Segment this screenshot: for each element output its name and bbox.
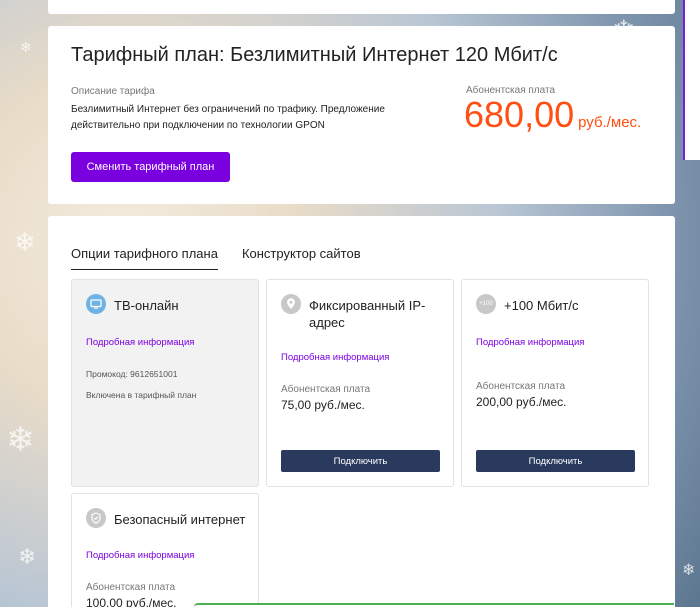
tabs: Опции тарифного плана Конструктор сайтов	[71, 246, 361, 270]
tariff-title: Тарифный план: Безлимитный Интернет 120 …	[71, 44, 558, 66]
details-link[interactable]: Подробная информация	[86, 337, 194, 348]
tv-icon	[86, 294, 106, 314]
details-link[interactable]: Подробная информация	[281, 352, 389, 363]
options-card: Опции тарифного плана Конструктор сайтов…	[48, 216, 675, 607]
connect-button[interactable]: Подключить	[476, 450, 635, 472]
promo-code: Промокод: 9612651001	[86, 369, 178, 379]
change-tariff-button[interactable]: Сменить тарифный план	[71, 152, 230, 182]
tab-tariff-options[interactable]: Опции тарифного плана	[71, 246, 218, 270]
details-link[interactable]: Подробная информация	[86, 550, 194, 561]
fee-label: Абонентская плата	[476, 381, 566, 392]
tab-site-builder[interactable]: Конструктор сайтов	[242, 246, 361, 270]
option-title: ТВ-онлайн	[114, 298, 179, 313]
connect-button[interactable]: Подключить	[281, 450, 440, 472]
location-pin-icon	[281, 294, 301, 314]
fee-value: 200,00 руб./мес.	[476, 395, 567, 409]
shield-icon	[86, 508, 106, 528]
fee-value: 75,00 руб./мес.	[281, 398, 365, 412]
side-panel-edge	[683, 0, 700, 160]
fee-unit: руб./мес.	[578, 114, 642, 131]
option-safe-internet: Безопасный интернет Подробная информация…	[71, 493, 259, 607]
tariff-card: Тарифный план: Безлимитный Интернет 120 …	[48, 26, 675, 204]
option-tv-online: ТВ-онлайн Подробная информация Промокод:…	[71, 279, 259, 487]
option-title: Безопасный интернет	[114, 512, 246, 527]
option-fixed-ip: Фиксированный IP-адрес Подробная информа…	[266, 279, 454, 487]
included-note: Включена в тарифный план	[86, 390, 197, 400]
option-title: Фиксированный IP-адрес	[309, 298, 426, 330]
option-title: +100 Мбит/с	[504, 298, 579, 313]
fee-value: 680,00 руб./мес.	[464, 94, 641, 136]
fee-label: Абонентская плата	[86, 582, 176, 593]
fee-value: 100,00 руб./мес.	[86, 596, 177, 607]
description-text: Безлимитный Интернет без ограничений по …	[71, 104, 385, 131]
notification-edge	[194, 603, 674, 607]
details-link[interactable]: Подробная информация	[476, 337, 584, 348]
fee-label: Абонентская плата	[281, 384, 371, 395]
speed-plus-icon: +100	[476, 294, 496, 314]
fee-amount: 680,00	[464, 94, 575, 135]
description-label: Описание тарифа	[71, 86, 155, 97]
previous-card-edge	[48, 0, 675, 14]
option-speed-plus: +100 +100 Мбит/с Подробная информация Аб…	[461, 279, 649, 487]
